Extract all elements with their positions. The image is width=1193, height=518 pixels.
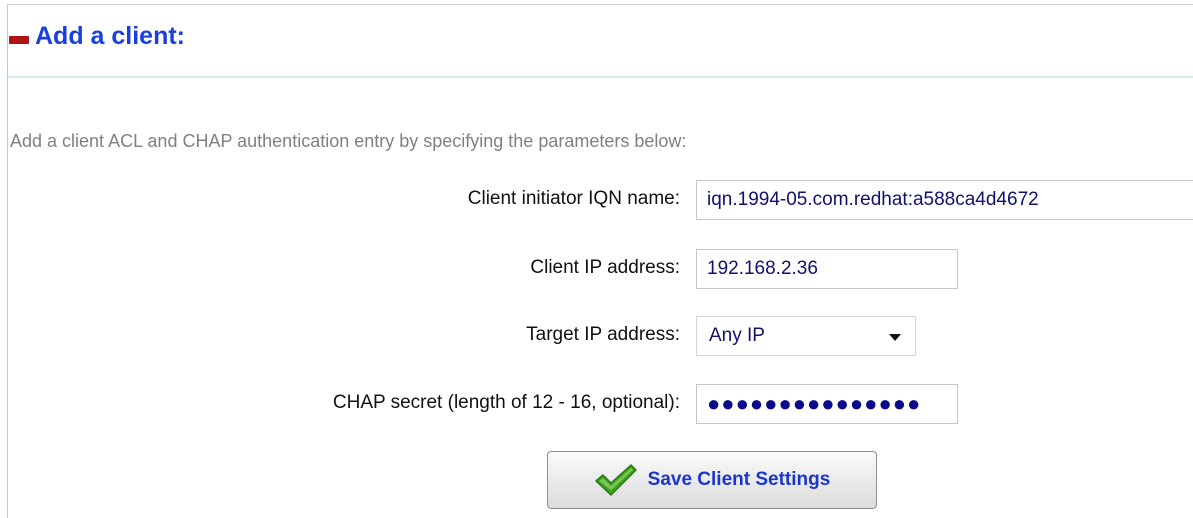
iqn-label: Client initiator IQN name: <box>467 188 680 209</box>
checkmark-icon <box>594 464 637 496</box>
save-client-settings-label: Save Client Settings <box>647 469 831 490</box>
client-ip-label: Client IP address: <box>530 257 680 278</box>
header-divider <box>8 76 1193 78</box>
section-header[interactable]: Add a client: <box>9 22 185 51</box>
chap-secret-row: CHAP secret (length of 12 - 16, optional… <box>0 384 1193 424</box>
chap-secret-masked-value: ●●●●●●●●●●●●●●● <box>707 391 922 416</box>
target-ip-row: Target IP address: Any IP <box>0 316 1193 356</box>
target-ip-select[interactable]: Any IP <box>696 316 916 356</box>
iqn-row: Client initiator IQN name: <box>0 180 1193 220</box>
save-client-settings-button[interactable]: Save Client Settings <box>547 451 877 509</box>
client-ip-input[interactable] <box>696 249 958 289</box>
iqn-input[interactable] <box>696 180 1193 220</box>
chap-secret-input[interactable]: ●●●●●●●●●●●●●●● <box>696 384 958 424</box>
client-ip-row: Client IP address: <box>0 249 1193 289</box>
target-ip-selected-value: Any IP <box>709 325 765 346</box>
target-ip-label: Target IP address: <box>526 324 680 345</box>
minus-collapse-icon[interactable] <box>9 35 29 44</box>
chevron-down-icon[interactable] <box>889 334 901 341</box>
chap-secret-label: CHAP secret (length of 12 - 16, optional… <box>332 392 680 413</box>
instructions-text: Add a client ACL and CHAP authentication… <box>10 131 687 151</box>
section-title: Add a client: <box>35 22 186 50</box>
